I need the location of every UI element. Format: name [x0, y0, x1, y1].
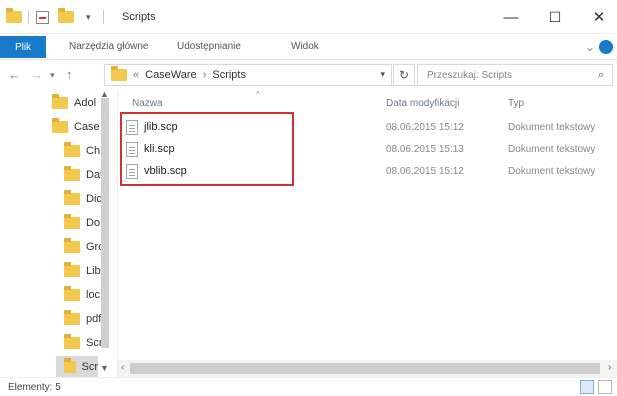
- folder-icon: [64, 334, 80, 349]
- folder-icon: [64, 310, 80, 325]
- nav-item[interactable]: loc: [64, 284, 100, 306]
- folder-icon: [6, 8, 22, 25]
- up-button[interactable]: ↑: [66, 67, 73, 82]
- file-date: 08.06.2015 15:12: [386, 122, 464, 133]
- nav-item-selected[interactable]: Scr: [56, 356, 98, 377]
- scroll-right-icon[interactable]: ›: [608, 362, 611, 373]
- tab-home[interactable]: Narzędzia główne: [69, 41, 149, 52]
- new-folder-icon[interactable]: [58, 8, 74, 25]
- folder-icon: [52, 118, 68, 133]
- help-icon[interactable]: [599, 40, 613, 54]
- back-button[interactable]: ←: [8, 67, 21, 82]
- tab-file[interactable]: Plik: [0, 36, 46, 58]
- folder-icon: [111, 66, 127, 81]
- item-count: Elementy: 5: [8, 382, 61, 393]
- nav-item[interactable]: Lib: [64, 260, 101, 282]
- status-bar: Elementy: 5: [0, 377, 617, 396]
- scroll-down-icon[interactable]: ▼: [100, 363, 109, 373]
- folder-icon: [64, 262, 80, 277]
- nav-item[interactable]: Ch: [64, 140, 100, 162]
- column-header-type[interactable]: Typ: [508, 98, 524, 109]
- column-header-name[interactable]: Nazwa: [132, 98, 163, 109]
- divider: [103, 10, 104, 24]
- file-type: Dokument tekstowy: [508, 144, 596, 155]
- minimize-button[interactable]: —: [490, 4, 532, 30]
- nav-scrollbar[interactable]: ▲ ▼: [98, 90, 112, 377]
- search-placeholder: Przeszukaj: Scripts: [427, 70, 513, 81]
- large-icons-view-icon[interactable]: [598, 380, 612, 394]
- address-row: ← → ▾ ↑ « CaseWare › Scripts ▾ ↻ Przeszu…: [0, 61, 617, 89]
- tab-view[interactable]: Widok: [291, 41, 319, 52]
- window-title: Scripts: [122, 11, 156, 23]
- folder-icon: [64, 358, 76, 373]
- scrollbar-thumb[interactable]: [130, 363, 600, 374]
- column-header-date[interactable]: Data modyfikacji: [386, 98, 459, 109]
- tab-share[interactable]: Udostępnianie: [177, 41, 241, 52]
- folder-icon: [64, 190, 80, 205]
- breadcrumb-separator[interactable]: ›: [203, 69, 207, 81]
- divider: [28, 10, 29, 24]
- nav-item[interactable]: Case: [52, 116, 100, 138]
- file-type: Dokument tekstowy: [508, 122, 596, 133]
- address-bar[interactable]: « CaseWare › Scripts ▾: [104, 64, 392, 86]
- breadcrumb-scripts[interactable]: Scripts: [212, 69, 246, 81]
- recent-locations-button[interactable]: ▾: [50, 70, 55, 81]
- sort-ascending-icon: ^: [256, 90, 260, 99]
- ribbon: Plik Narzędzia główne Udostępnianie Wido…: [0, 34, 617, 60]
- refresh-button[interactable]: ↻: [393, 64, 415, 86]
- chevron-down-icon[interactable]: ⌄: [585, 40, 595, 54]
- close-button[interactable]: ✕: [578, 4, 617, 30]
- folder-icon: [52, 94, 68, 109]
- folder-icon: [64, 286, 80, 301]
- scroll-up-icon[interactable]: ▲: [100, 90, 109, 99]
- scroll-left-icon[interactable]: ‹: [121, 362, 124, 373]
- file-date: 08.06.2015 15:12: [386, 166, 464, 177]
- folder-icon: [64, 238, 80, 253]
- forward-button[interactable]: →: [30, 67, 43, 82]
- details-view-icon[interactable]: [580, 380, 594, 394]
- quick-access-dropdown-icon[interactable]: ▾: [86, 9, 91, 25]
- breadcrumb-overflow[interactable]: «: [133, 69, 139, 81]
- search-input[interactable]: Przeszukaj: Scripts ⌕: [417, 64, 613, 86]
- navigation-pane[interactable]: Adol Case Ch Dat Dic Do Grc Lib loc pdf …: [0, 90, 118, 377]
- title-bar: ▾ Scripts — ☐ ✕: [0, 0, 617, 34]
- horizontal-scrollbar[interactable]: ‹ ›: [118, 360, 617, 377]
- scrollbar-thumb[interactable]: [101, 98, 109, 348]
- properties-icon[interactable]: [36, 9, 49, 25]
- nav-item[interactable]: pdf: [64, 308, 101, 330]
- folder-icon: [64, 142, 80, 157]
- file-date: 08.06.2015 15:13: [386, 144, 464, 155]
- breadcrumb-casware[interactable]: CaseWare: [145, 69, 197, 81]
- folder-icon: [64, 166, 80, 181]
- selection-highlight-box: [120, 112, 294, 186]
- address-dropdown-icon[interactable]: ▾: [380, 69, 385, 80]
- maximize-button[interactable]: ☐: [534, 4, 576, 30]
- file-type: Dokument tekstowy: [508, 166, 596, 177]
- nav-item[interactable]: Do: [64, 212, 100, 234]
- nav-item[interactable]: Scr: [64, 332, 103, 354]
- nav-item[interactable]: Adol: [52, 92, 96, 114]
- nav-item[interactable]: Dic: [64, 188, 102, 210]
- search-icon[interactable]: ⌕: [598, 69, 604, 82]
- folder-icon: [64, 214, 80, 229]
